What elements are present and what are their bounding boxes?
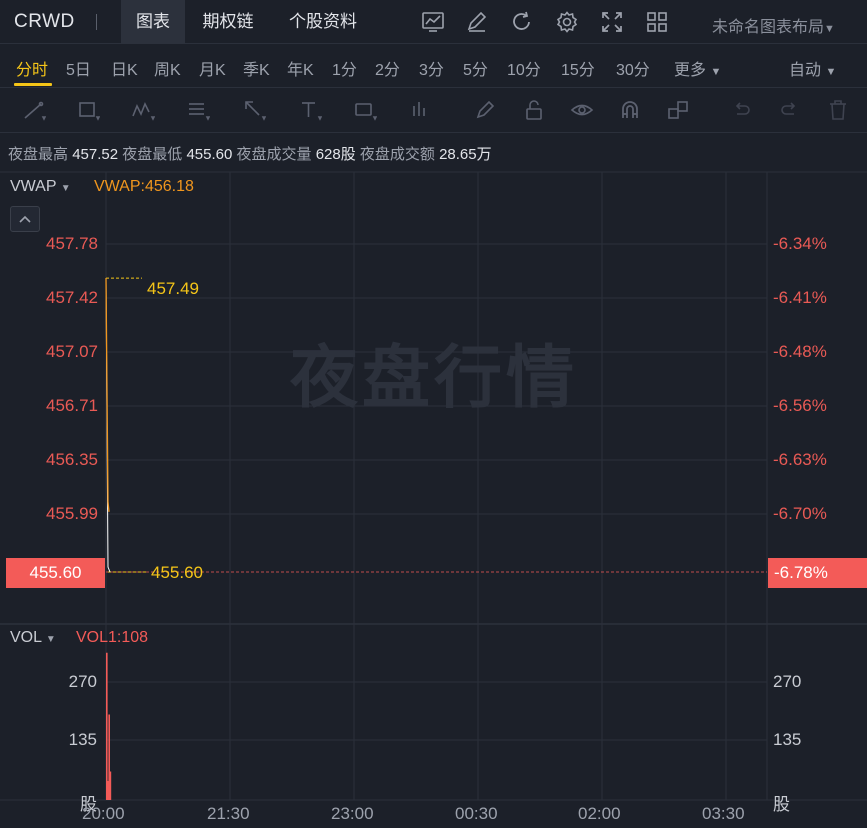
volume-tick-right: 135: [773, 730, 802, 749]
volume-bar: [106, 652, 108, 800]
time-tick: 20:00: [82, 804, 125, 823]
time-tick: 03:30: [702, 804, 745, 823]
time-tick: 21:30: [207, 804, 250, 823]
chevron-up-icon: [19, 215, 31, 223]
volume-tick-right: 270: [773, 672, 802, 691]
pct-tick: -6.41%: [773, 288, 827, 307]
collapse-button[interactable]: [10, 206, 40, 232]
caret-down-icon: ▼: [60, 183, 71, 194]
time-tick: 02:00: [578, 804, 621, 823]
caret-down-icon: ▼: [45, 634, 56, 645]
time-tick: 00:30: [455, 804, 498, 823]
price-tick: 457.42: [46, 288, 98, 307]
pct-tick: -6.56%: [773, 396, 827, 415]
volume-tick: 135: [68, 730, 97, 749]
high-marker-label: 457.49: [147, 279, 199, 298]
pct-tick: -6.70%: [773, 504, 827, 523]
price-tick: 457.78: [46, 234, 98, 253]
current-pct-badge: -6.78%: [768, 558, 867, 588]
pct-tick: -6.48%: [773, 342, 827, 361]
current-price-badge: 455.60: [6, 558, 105, 588]
volume-unit-right: 股: [773, 795, 790, 814]
low-marker-label: 455.60: [151, 563, 203, 582]
pct-tick: -6.63%: [773, 450, 827, 469]
pct-tick: -6.34%: [773, 234, 827, 253]
time-tick: 23:00: [331, 804, 374, 823]
vwap-indicator-label: VWAP: [10, 178, 57, 195]
price-tick: 455.99: [46, 504, 98, 523]
price-tick: 456.35: [46, 450, 98, 469]
vol-indicator-label: VOL: [10, 629, 42, 646]
watermark: 夜盘行情: [290, 340, 579, 416]
vwap-indicator-dropdown[interactable]: VWAP ▼: [10, 178, 71, 196]
vol-value: VOL1:108: [76, 629, 149, 646]
volume-tick: 270: [68, 672, 97, 691]
volume-bar: [109, 771, 112, 800]
chart-grid: [0, 171, 867, 801]
price-tick: 457.07: [46, 342, 98, 361]
vwap-value: VWAP:456.18: [94, 178, 194, 195]
price-tick: 456.71: [46, 396, 98, 415]
vol-indicator-dropdown[interactable]: VOL ▼: [10, 629, 56, 647]
volume-bars: [106, 652, 112, 800]
